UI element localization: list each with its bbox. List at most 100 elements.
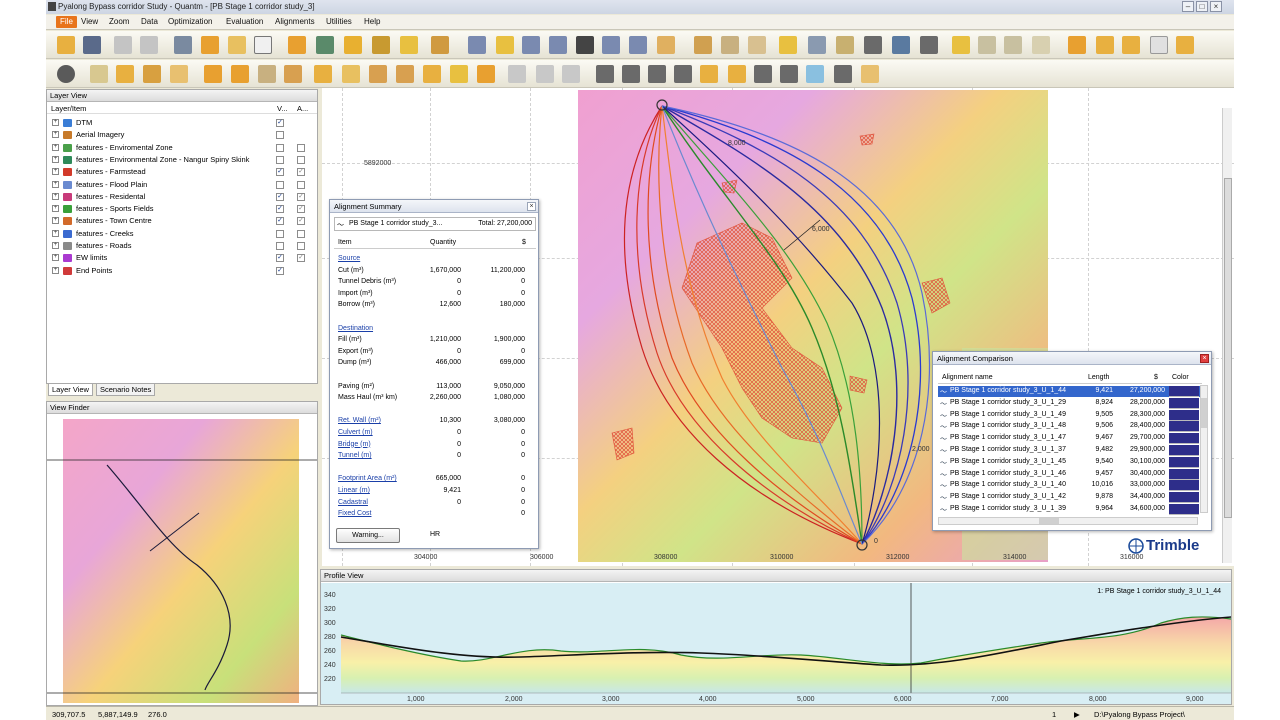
- report-icon[interactable]: [748, 36, 766, 54]
- fill-icon[interactable]: [396, 65, 414, 83]
- expand-icon[interactable]: +: [52, 168, 59, 176]
- active-checkbox[interactable]: [297, 180, 305, 189]
- comparison-row[interactable]: 〜 PB Stage 1 corridor study_3_U_1_46 9,457…: [938, 468, 1202, 480]
- document-icon[interactable]: [1032, 36, 1050, 54]
- help-icon[interactable]: [254, 36, 272, 54]
- zoom-previous-icon[interactable]: [602, 36, 620, 54]
- edit-icon[interactable]: [228, 36, 246, 54]
- layer-icon[interactable]: [201, 36, 219, 54]
- active-checkbox[interactable]: [297, 155, 305, 164]
- delete-icon[interactable]: [754, 65, 772, 83]
- visible-checkbox[interactable]: ✓: [276, 217, 284, 226]
- bridge-icon[interactable]: [342, 65, 360, 83]
- active-checkbox[interactable]: ✓: [297, 168, 305, 177]
- zoom-in-icon[interactable]: [468, 36, 486, 54]
- close-icon[interactable]: ×: [1210, 1, 1222, 12]
- visible-checkbox[interactable]: ✓: [276, 254, 284, 263]
- visible-checkbox[interactable]: [276, 131, 284, 140]
- color-swatch[interactable]: [1169, 504, 1199, 515]
- comparison-row[interactable]: 〜 PB Stage 1 corridor study_3_U_1_44 9,421…: [938, 386, 1202, 397]
- delete-2-icon[interactable]: [780, 65, 798, 83]
- tools-icon[interactable]: [1096, 36, 1114, 54]
- flag-icon[interactable]: [450, 65, 468, 83]
- slope-icon[interactable]: [728, 65, 746, 83]
- map-scrollbar-thumb[interactable]: [1224, 178, 1232, 518]
- stack-icon[interactable]: [721, 36, 739, 54]
- visible-checkbox[interactable]: [276, 242, 284, 250]
- expand-icon[interactable]: +: [52, 266, 59, 274]
- expand-icon[interactable]: +: [52, 229, 59, 237]
- summary-row[interactable]: Linear (m) 9,421 0: [330, 486, 538, 497]
- ruler-icon[interactable]: [700, 65, 718, 83]
- hand-icon[interactable]: [576, 36, 594, 54]
- visible-checkbox[interactable]: [276, 143, 284, 152]
- comparison-row[interactable]: 〜 PB Stage 1 corridor study_3_U_1_29 8,924…: [938, 397, 1202, 409]
- chart-icon[interactable]: [861, 65, 879, 83]
- summary-item[interactable]: Tunnel (m): [338, 452, 372, 459]
- up-arrow-icon[interactable]: [288, 36, 306, 54]
- select-3-icon[interactable]: [562, 65, 580, 83]
- menu-utilities[interactable]: Utilities: [326, 17, 352, 26]
- color-swatch[interactable]: [1169, 445, 1199, 456]
- plus-icon[interactable]: [674, 65, 692, 83]
- open-folder-icon[interactable]: [57, 36, 75, 54]
- crosshair-icon[interactable]: [836, 36, 854, 54]
- summary-row[interactable]: Tunnel (m) 0 0: [330, 451, 538, 462]
- zoom-extent-icon[interactable]: [549, 36, 567, 54]
- summary-row[interactable]: Culvert (m) 0 0: [330, 428, 538, 439]
- zoom-window-icon[interactable]: [496, 36, 514, 54]
- summary-item[interactable]: Source: [338, 255, 360, 262]
- color-swatch[interactable]: [1169, 397, 1199, 409]
- summary-row[interactable]: Bridge (m) 0 0: [330, 440, 538, 451]
- summary-item[interactable]: Fixed Cost: [338, 510, 371, 517]
- tab-scenario-notes[interactable]: Scenario Notes: [96, 384, 156, 396]
- layer-row[interactable]: + features - Enviromental Zone: [47, 142, 317, 154]
- expand-icon[interactable]: +: [52, 217, 59, 225]
- cube-icon[interactable]: [694, 36, 712, 54]
- redo-icon[interactable]: [140, 36, 158, 54]
- layer-row[interactable]: + features - Flood Plain: [47, 179, 317, 191]
- select-2-icon[interactable]: [536, 65, 554, 83]
- layer-row[interactable]: + End Points ✓: [47, 265, 317, 277]
- visible-checkbox[interactable]: ✓: [276, 192, 284, 201]
- layer-row[interactable]: + EW limits ✓ ✓: [47, 252, 317, 264]
- select-icon[interactable]: [508, 65, 526, 83]
- split-icon[interactable]: [258, 65, 276, 83]
- color-swatch[interactable]: [1169, 456, 1199, 468]
- pan-icon[interactable]: [431, 36, 449, 54]
- minimize-icon[interactable]: –: [1182, 1, 1194, 12]
- layer-row[interactable]: + features - Roads: [47, 240, 317, 252]
- block-icon[interactable]: [477, 65, 495, 83]
- branch-icon[interactable]: [170, 65, 188, 83]
- layer-row[interactable]: + features - Creeks: [47, 228, 317, 240]
- map-scrollbar[interactable]: [1222, 108, 1232, 563]
- route-icon[interactable]: [316, 36, 334, 54]
- summary-row[interactable]: Source: [330, 254, 538, 265]
- layer-row[interactable]: + features - Farmstead ✓ ✓: [47, 166, 317, 178]
- summary-item[interactable]: Cadastral: [338, 499, 368, 506]
- comparison-row[interactable]: 〜 PB Stage 1 corridor study_3_U_1_49 9,505…: [938, 409, 1202, 421]
- clipboard-icon[interactable]: [90, 65, 108, 83]
- comparison-row[interactable]: 〜 PB Stage 1 corridor study_3_U_1_40 10,01…: [938, 480, 1202, 492]
- export-icon[interactable]: [1068, 36, 1086, 54]
- save-icon[interactable]: [83, 36, 101, 54]
- zoom-out-icon[interactable]: [522, 36, 540, 54]
- menu-alignments[interactable]: Alignments: [275, 17, 315, 26]
- menu-help[interactable]: Help: [364, 17, 380, 26]
- cut-icon[interactable]: [369, 65, 387, 83]
- section-icon[interactable]: [314, 65, 332, 83]
- active-checkbox[interactable]: ✓: [297, 205, 305, 214]
- expand-icon[interactable]: +: [52, 119, 59, 126]
- expand-icon[interactable]: +: [52, 192, 59, 200]
- layer-row[interactable]: + DTM ✓: [47, 117, 317, 129]
- summary-row[interactable]: Cadastral 0 0: [330, 498, 538, 509]
- active-checkbox[interactable]: [297, 229, 305, 238]
- color-swatch[interactable]: [1169, 492, 1199, 504]
- rectangle-icon[interactable]: [920, 36, 938, 54]
- layer-row[interactable]: + features - Town Centre ✓ ✓: [47, 215, 317, 227]
- color-swatch[interactable]: [1169, 386, 1199, 397]
- add-point-icon[interactable]: [622, 65, 640, 83]
- expand-icon[interactable]: +: [52, 155, 59, 163]
- summary-row[interactable]: Destination: [330, 324, 538, 335]
- comparison-hscrollbar-thumb[interactable]: [1039, 518, 1059, 524]
